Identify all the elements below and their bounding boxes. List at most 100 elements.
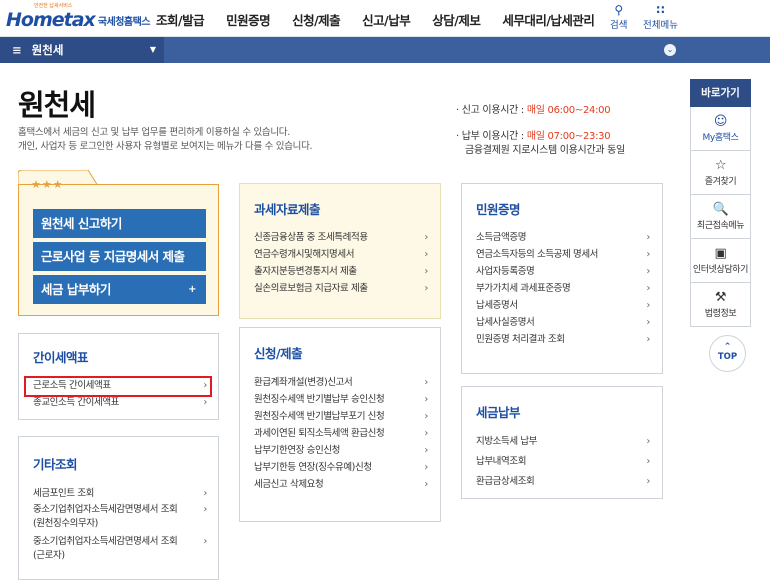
user-icon: ☺ — [713, 114, 728, 129]
quick-law-info[interactable]: ⚒ 법령정보 — [690, 283, 751, 327]
chevron-right-icon: › — [424, 462, 428, 473]
list-item-business-registration[interactable]: 사업자등록증명 › — [476, 263, 650, 280]
quick-favorites[interactable]: ☆ 즐겨찾기 — [690, 151, 751, 195]
plus-icon: + — [188, 284, 196, 295]
withholding-report-button[interactable]: 원천세 신고하기 — [33, 209, 206, 238]
list-item-refund-detail[interactable]: 환급금상세조회 › — [476, 472, 650, 492]
chevron-right-icon: › — [646, 300, 650, 311]
list-item-label: 실손의료보험금 지급자료 제출 — [254, 283, 368, 294]
payment-statement-label: 근로사업 등 지급명세서 제출 — [41, 249, 185, 264]
list-item-label: 사업자등록증명 — [476, 266, 535, 277]
list-item-pension-statement[interactable]: 연금수령개시및해지명세서 › — [254, 246, 428, 263]
description-line-1: 홈택스에서 세금의 신고 및 납부 업무를 편리하게 이용하실 수 있습니다. — [18, 127, 290, 138]
quick-link-label: 인터넷상담하기 — [692, 265, 749, 275]
list-item-collection-deferral[interactable]: 납부기한등 연장(징수유예)신청 › — [254, 459, 428, 476]
list-item-label: 중소기업취업자소득세감면명세서 조회 — [33, 504, 178, 515]
list-item-deferred-refund[interactable]: 과세이연된 퇴직소득세액 환급신청 › — [254, 425, 428, 442]
chevron-right-icon: › — [646, 249, 650, 260]
tax-material-title: 과세자료제출 — [254, 202, 321, 217]
list-item-tax-certificate[interactable]: 납세증명서 › — [476, 297, 650, 314]
quick-links: 바로가기 ☺ My홈택스 ☆ 즐겨찾기 🔍 최근접속메뉴 ▣ 인터넷상담하기 ⚒… — [690, 79, 751, 327]
recent-search-icon: 🔍 — [712, 202, 729, 217]
list-item-equity-change[interactable]: 출자지분등변경통지서 제출 › — [254, 263, 428, 280]
list-item-income-certificate[interactable]: 소득금액증명 › — [476, 229, 650, 246]
chevron-right-icon: › — [424, 479, 428, 490]
list-item-sme-worker-sub[interactable]: (근로자) — [33, 549, 207, 564]
menu-agent[interactable]: 세무대리/납세관리 — [502, 10, 595, 29]
chevron-right-icon: › — [646, 436, 650, 447]
list-item-deadline-extension[interactable]: 납부기한연장 승인신청 › — [254, 442, 428, 459]
description-line-2: 개인, 사업자 등 로그인한 사용자 유형별로 보여지는 메뉴가 다를 수 있습… — [18, 141, 313, 152]
star-icon: ☆ — [714, 158, 727, 173]
chevron-right-icon: › — [424, 411, 428, 422]
list-item-label: 세금신고 삭제요청 — [254, 479, 324, 490]
chevron-right-icon: › — [203, 488, 207, 499]
list-item-label: 과세이연된 퇴직소득세액 환급신청 — [254, 428, 385, 439]
list-item-tax-point[interactable]: 세금포인트 조회 › — [33, 485, 207, 502]
hamburger-icon: ≡ — [12, 43, 22, 57]
list-item-label: 부가가치세 과세표준증명 — [476, 283, 571, 294]
apply-title: 신청/제출 — [254, 346, 303, 361]
list-item-label: (근로자) — [33, 550, 65, 561]
hometax-logo[interactable]: 안전한 납세서비스 Hometax 국세청홈택스 — [6, 3, 151, 31]
chevron-down-icon[interactable]: ⌄ — [664, 44, 676, 56]
quick-link-label: 법령정보 — [704, 309, 737, 319]
list-item-tax-fact-certificate[interactable]: 납세사실증명서 › — [476, 314, 650, 331]
list-item-label: 납세사실증명서 — [476, 317, 535, 328]
list-item-sme-withholder-sub[interactable]: (원천징수의무자) — [33, 517, 207, 534]
pay-hours-label: · 납부 이용시간 : — [456, 131, 527, 142]
list-item-refund-account[interactable]: 환급계좌개설(변경)신고서 › — [254, 374, 428, 391]
quick-my-hometax[interactable]: ☺ My홈택스 — [690, 107, 751, 151]
scroll-top-button[interactable]: ⌃ TOP — [709, 335, 746, 372]
chevron-right-icon: › — [646, 232, 650, 243]
search-label: 검색 — [610, 20, 628, 31]
tax-payment-panel: 세금납부 지방소득세 납부 › 납부내역조회 › 환급금상세조회 › — [461, 386, 663, 499]
all-menu-label: 전체메뉴 — [643, 20, 678, 31]
chevron-right-icon: › — [646, 476, 650, 487]
quick-recent-menu[interactable]: 🔍 최근접속메뉴 — [690, 195, 751, 239]
menu-report-pay[interactable]: 신고/납부 — [362, 10, 411, 29]
menu-consult[interactable]: 상담/제보 — [432, 10, 481, 29]
logo-mark: Hometax — [6, 9, 96, 31]
tax-payment-title: 세금납부 — [476, 405, 521, 420]
list-item-label: 원천징수세액 반기별납부 승인신청 — [254, 394, 385, 405]
menu-inquiry[interactable]: 조회/발급 — [156, 10, 205, 29]
list-item-label: 납부기한등 연장(징수유예)신청 — [254, 462, 372, 473]
list-item-semiannual-waive[interactable]: 원천징수세액 반기별납부포기 신청 › — [254, 408, 428, 425]
top-nav: 안전한 납세서비스 Hometax 국세청홈택스 조회/발급 민원증명 신청/제… — [0, 0, 770, 37]
menu-certificate[interactable]: 민원증명 — [226, 10, 271, 29]
list-item-pension-deduction[interactable]: 연금소득자등의 소득공제 명세서 › — [476, 246, 650, 263]
list-item-label: 환급금상세조회 — [476, 476, 535, 487]
logo-subtitle: 국세청홈택스 — [97, 17, 151, 28]
quick-link-label: My홈택스 — [702, 133, 739, 143]
gavel-icon: ⚒ — [714, 290, 727, 305]
chevron-right-icon: › — [203, 536, 207, 547]
list-item-payment-history[interactable]: 납부내역조회 › — [476, 452, 650, 472]
list-item-label: 지방소득세 납부 — [476, 436, 537, 447]
page: 안전한 납세서비스 Hometax 국세청홈택스 조회/발급 민원증명 신청/제… — [0, 0, 770, 585]
list-item-label: 납부기한연장 승인신청 — [254, 445, 341, 456]
all-menu-button[interactable]: ∷ 전체메뉴 — [643, 4, 678, 32]
list-item-certificate-result[interactable]: 민원증명 처리결과 조회 › — [476, 331, 650, 348]
chevron-right-icon: › — [424, 266, 428, 277]
list-item-insurance-payment[interactable]: 실손의료보험금 지급자료 제출 › — [254, 280, 428, 297]
list-item-financial-product[interactable]: 신종금융상품 중 조세특례적용 › — [254, 229, 428, 246]
stars-icon: ★★★ — [31, 178, 64, 191]
section-selector[interactable]: ≡ 원천세 ▼ — [0, 37, 164, 63]
other-inquiry-title: 기타조회 — [33, 457, 78, 472]
list-item-local-income-tax[interactable]: 지방소득세 납부 › — [476, 432, 650, 452]
chevron-up-icon: ⌃ — [723, 342, 732, 352]
page-title: 원천세 — [18, 88, 96, 122]
tax-payment-label: 세금 납부하기 — [41, 282, 111, 297]
menu-apply[interactable]: 신청/제출 — [292, 10, 341, 29]
payment-statement-button[interactable]: 근로사업 등 지급명세서 제출 — [33, 242, 206, 271]
tax-payment-button[interactable]: 세금 납부하기 + — [33, 275, 206, 304]
list-item-sme-worker[interactable]: 중소기업취업자소득세감면명세서 조회 › — [33, 534, 207, 549]
list-item-delete-request[interactable]: 세금신고 삭제요청 › — [254, 476, 428, 493]
report-hours-value: 매일 06:00~24:00 — [526, 105, 611, 116]
list-item-sme-withholder[interactable]: 중소기업취업자소득세감면명세서 조회 › — [33, 502, 207, 517]
list-item-semiannual-approval[interactable]: 원천징수세액 반기별납부 승인신청 › — [254, 391, 428, 408]
search-button[interactable]: ⚲ 검색 — [610, 4, 628, 32]
list-item-vat-standard[interactable]: 부가가치세 과세표준증명 › — [476, 280, 650, 297]
quick-online-consult[interactable]: ▣ 인터넷상담하기 — [690, 239, 751, 283]
